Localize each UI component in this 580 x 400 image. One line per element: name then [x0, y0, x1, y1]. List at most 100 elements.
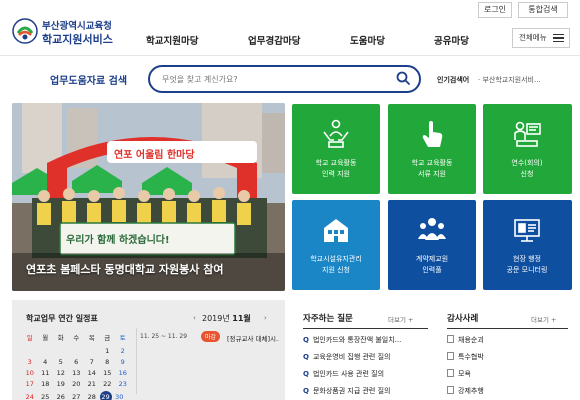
- audit-cases-panel: 감사사례 더보기 + 채용순괴 특수협박 모욕 강제추행: [447, 300, 568, 400]
- calendar-day[interactable]: 24: [22, 393, 38, 400]
- education-office-emblem-icon: [12, 18, 38, 44]
- audit-item[interactable]: 채용순괴: [447, 335, 484, 345]
- calendar-day[interactable]: 30: [112, 393, 128, 400]
- event-status-badge: 마감: [201, 331, 221, 342]
- nav-work-reduction[interactable]: 업무경감마당: [248, 33, 300, 47]
- audit-more-link[interactable]: 더보기 +: [531, 314, 556, 324]
- calendar-day[interactable]: 1: [100, 347, 116, 355]
- nav-share[interactable]: 공유마당: [434, 33, 469, 47]
- tile-facility-maintenance[interactable]: 학교시설유지관리 지원 신청: [292, 200, 380, 290]
- faq-item-text: 법인카드 사용 관련 질의: [312, 370, 385, 378]
- faq-panel: 자주하는 질문 더보기 + Q 법인카드와 통장잔액 불일치... Q 교육운영비 …: [303, 300, 428, 400]
- calendar-day[interactable]: 23: [115, 380, 131, 388]
- login-button[interactable]: 로그인: [478, 2, 512, 18]
- calendar-day[interactable]: 14: [84, 369, 100, 377]
- calendar-day[interactable]: 18: [38, 380, 54, 388]
- calendar-day[interactable]: 22: [100, 380, 116, 388]
- building-icon: [324, 219, 348, 242]
- weekday-sun: 일: [26, 334, 33, 342]
- calendar-day[interactable]: 11: [38, 369, 54, 377]
- audit-item-text: 강제추행: [458, 387, 484, 395]
- calendar-day[interactable]: 17: [22, 380, 38, 388]
- presenter-icon: [514, 121, 541, 147]
- search-title: 업무도움자료 검색: [50, 76, 128, 87]
- tile-label: 연수(회의) 신청: [511, 159, 543, 178]
- calendar-day[interactable]: 7: [84, 358, 100, 366]
- tile-staff-support[interactable]: 학교 교육활동 인력 지원: [292, 104, 380, 194]
- calendar-day[interactable]: 9: [115, 358, 131, 366]
- calendar-day[interactable]: 27: [69, 393, 85, 400]
- calendar-day[interactable]: 28: [84, 393, 100, 400]
- audit-item-text: 채용순괴: [458, 336, 484, 344]
- calendar-day[interactable]: 8: [100, 358, 116, 366]
- faq-more-link[interactable]: 더보기 +: [388, 314, 413, 324]
- schedule-month: 2019년 11월: [202, 313, 251, 324]
- faq-item[interactable]: Q 법인카드 사용 관련 질의: [303, 369, 428, 379]
- all-menu-label: 전체메뉴: [519, 33, 547, 42]
- hero-banner-text: 우리가 함께 하겠습니다!: [66, 235, 170, 246]
- calendar-day[interactable]: 19: [53, 380, 69, 388]
- calendar-weekday-header: 일 월화 수목 금토: [22, 332, 132, 342]
- people-hands-icon: [323, 119, 349, 148]
- weekday-wed: 수: [73, 334, 80, 342]
- calendar-day[interactable]: 6: [69, 358, 85, 366]
- audit-item[interactable]: 모욕: [447, 369, 471, 379]
- tile-label: 학교시설유지관리 지원 신청: [310, 255, 362, 274]
- document-icon: [447, 369, 454, 377]
- weekday-mon: 월: [42, 334, 49, 342]
- calendar-week-row: 17 18 19 20 21 22 23: [22, 380, 132, 388]
- tile-label: 학교 교육활동 인력 지원: [315, 159, 357, 178]
- document-icon: [447, 335, 454, 343]
- calendar-day[interactable]: 15: [100, 369, 116, 377]
- logo-org-name: 부산광역시교육청: [42, 21, 112, 32]
- calendar-day[interactable]: 21: [84, 380, 100, 388]
- event-title-link[interactable]: [정규교사 대체]시...: [227, 333, 279, 343]
- calendar-week-row: 12: [22, 347, 132, 355]
- calendar-week-row: 24 25 26 27 28 29 30: [22, 391, 132, 400]
- tile-training-request[interactable]: 연수(회의) 신청: [483, 104, 572, 194]
- calendar-day[interactable]: 2: [115, 347, 131, 355]
- schedule-title: 학교업무 연간 일정표: [26, 314, 98, 323]
- weekday-sat: 토: [119, 334, 126, 342]
- audit-item[interactable]: 특수협박: [447, 352, 484, 362]
- all-menu-button[interactable]: 전체메뉴: [512, 28, 570, 48]
- site-logo[interactable]: 부산광역시교육청 학교지원서비스: [12, 16, 132, 50]
- calendar-day[interactable]: 3: [22, 358, 38, 366]
- event-date: 11. 25 ~ 11. 29: [140, 333, 188, 340]
- monitor-icon: [514, 219, 540, 242]
- tile-document-monitoring[interactable]: 현장 행정 공문 모니터링: [483, 200, 572, 290]
- faq-item[interactable]: Q 문화상품권 지급 관련 질의: [303, 386, 428, 396]
- calendar-day[interactable]: 12: [53, 369, 69, 377]
- hero-photo-banner[interactable]: 연포 어울림 한마당 우리가 함께 하겠습니다! 연포초 봄페스타 동명대학교 …: [12, 103, 285, 291]
- search-icon[interactable]: [395, 70, 411, 86]
- calendar-day[interactable]: 25: [38, 393, 54, 400]
- logo-service-name: 학교지원서비스: [42, 33, 113, 46]
- audit-divider: [447, 328, 568, 329]
- prev-month-icon[interactable]: ‹: [193, 314, 196, 322]
- calendar-week-row: 3456789: [22, 358, 132, 366]
- calendar-day[interactable]: 13: [69, 369, 85, 377]
- next-month-icon[interactable]: ›: [264, 314, 267, 322]
- audit-item[interactable]: 강제추행: [447, 386, 484, 396]
- popular-keyword[interactable]: · 부산학교지원서비...: [478, 75, 541, 85]
- calendar-day[interactable]: 4: [38, 358, 54, 366]
- search-input[interactable]: [162, 72, 382, 86]
- nav-help[interactable]: 도움마당: [350, 33, 385, 47]
- faq-divider: [303, 328, 428, 329]
- calendar-day[interactable]: 20: [69, 380, 85, 388]
- tile-label: 학교 교육활동 서류 지원: [411, 159, 453, 178]
- weekday-fri: 금: [104, 334, 111, 342]
- calendar-day[interactable]: 10: [22, 369, 38, 377]
- faq-item[interactable]: Q 법인카드와 통장잔액 불일치...: [303, 335, 428, 345]
- total-search-button[interactable]: 통합검색: [518, 2, 568, 18]
- nav-school-support[interactable]: 학교지원마당: [146, 33, 198, 47]
- calendar-day[interactable]: 29: [99, 391, 112, 400]
- tile-contract-teacher-pool[interactable]: 계약제교원 인력풀: [388, 200, 476, 290]
- calendar-day[interactable]: 26: [53, 393, 69, 400]
- tile-document-support[interactable]: 학교 교육활동 서류 지원: [388, 104, 476, 194]
- calendar-day[interactable]: 5: [53, 358, 69, 366]
- faq-item[interactable]: Q 교육운영비 집행 관련 질의: [303, 352, 428, 362]
- document-icon: [447, 352, 454, 360]
- calendar-day[interactable]: 16: [115, 369, 131, 377]
- tile-label: 현장 행정 공문 모니터링: [506, 255, 548, 274]
